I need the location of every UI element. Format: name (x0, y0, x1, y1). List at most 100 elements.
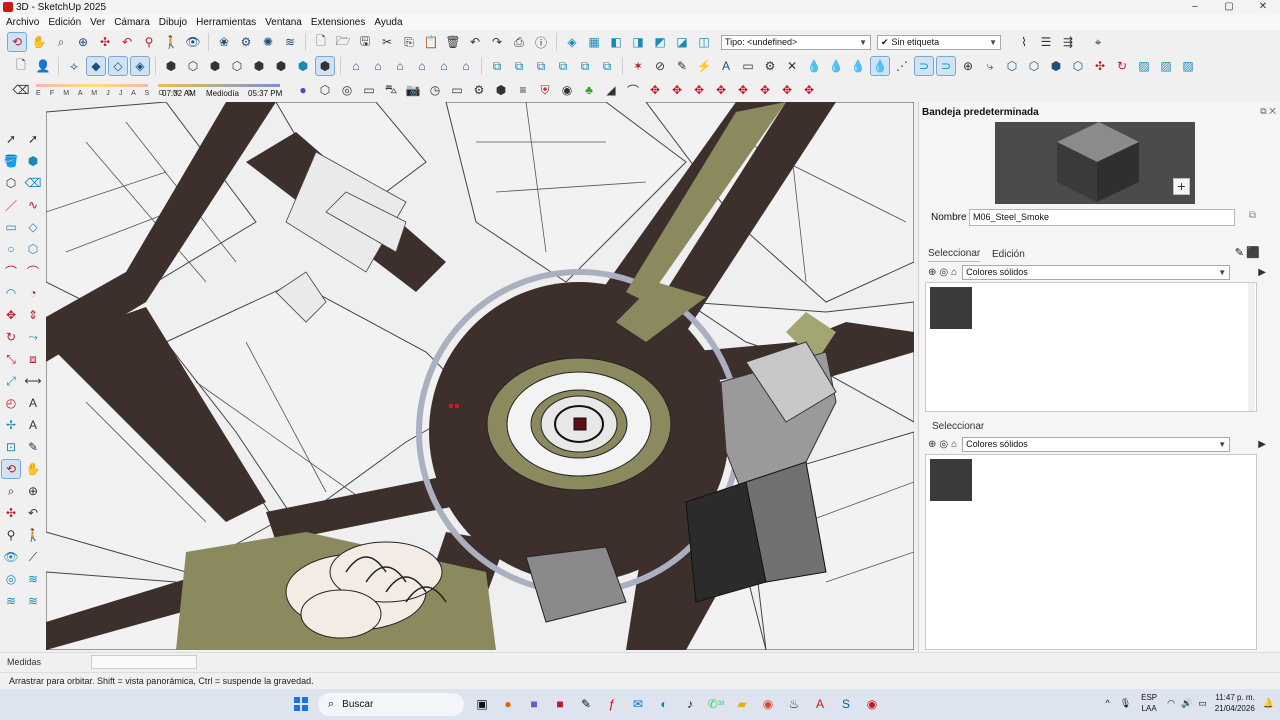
house-2-icon[interactable]: ⌂ (369, 57, 387, 75)
gear-2-icon[interactable]: ⚙ (470, 81, 488, 99)
forward-icon[interactable]: ▶ (1258, 267, 1266, 278)
layers-2-icon[interactable]: ≋ (24, 592, 42, 610)
look-around-tool-icon[interactable]: 👁 (2, 548, 20, 566)
hex-4-icon[interactable]: ⬡ (1069, 57, 1087, 75)
top-view-icon[interactable]: ▦ (585, 33, 603, 51)
tags-icon[interactable]: ≋ (281, 33, 299, 51)
windows-start-icon[interactable] (294, 697, 308, 711)
materials-icon[interactable]: ❀ (215, 33, 233, 51)
rotated-rect-icon[interactable]: ◇ (24, 218, 42, 236)
circle-icon[interactable]: ◎ (338, 81, 356, 99)
zoom-extents-tool-icon[interactable]: ✣ (2, 504, 20, 522)
tag-tool-icon[interactable]: ⌇ (1015, 33, 1033, 51)
purple-badge-icon[interactable]: ● (294, 81, 312, 99)
scrollbar[interactable] (1248, 283, 1255, 411)
tiktok-icon[interactable]: ♪ (678, 693, 702, 715)
previous-view-icon[interactable]: ↶ (118, 33, 136, 51)
arc-2-icon[interactable]: ⌒ (24, 262, 42, 280)
details-icon[interactable]: ⬛ (1246, 246, 1260, 259)
store-icon[interactable]: ■ (548, 693, 572, 715)
components-icon[interactable]: ⚙ (237, 33, 255, 51)
tag-arrow-icon[interactable]: ⇶ (1059, 33, 1077, 51)
menu-ayuda[interactable]: Ayuda (374, 17, 402, 28)
taskbar-search[interactable]: ⌕ Buscar (318, 693, 464, 716)
rotate-icon[interactable]: ↻ (2, 328, 20, 346)
new-file-icon[interactable]: 🗋 (312, 33, 330, 51)
layers-1-icon[interactable]: ≋ (2, 592, 20, 610)
zoom-icon[interactable]: ⌕ (52, 33, 70, 51)
eraser-tool-icon[interactable]: ⌫ (24, 174, 42, 192)
menu-edicion[interactable]: Edición (48, 17, 81, 28)
freehand-icon[interactable]: ∿ (24, 196, 42, 214)
house-1-icon[interactable]: ⌂ (347, 57, 365, 75)
move-axes-1-icon[interactable]: ✥ (646, 81, 664, 99)
house-3-icon[interactable]: ⌂ (391, 57, 409, 75)
rectangle-icon[interactable]: ▭ (2, 218, 20, 236)
menu-dibujo[interactable]: Dibujo (159, 17, 187, 28)
shaded-textures-icon[interactable]: ⬡ (184, 57, 202, 75)
cut-icon[interactable]: ✂ (378, 33, 396, 51)
style-2-icon[interactable]: ⬢ (250, 57, 268, 75)
dashed-icon[interactable]: ⋰ (893, 57, 911, 75)
move-axes-3-icon[interactable]: ✥ (690, 81, 708, 99)
close-button[interactable]: ✕ (1246, 0, 1280, 14)
walk-icon[interactable]: 🚶 (162, 33, 180, 51)
select-cursor-icon[interactable]: ➚ (24, 130, 42, 148)
move-axes-4-icon[interactable]: ✥ (712, 81, 730, 99)
cross-icon[interactable]: ✕ (783, 57, 801, 75)
tab-edit[interactable]: Edición (992, 249, 1025, 260)
wifi-icon[interactable]: ◠ (1167, 698, 1175, 709)
style-5-icon[interactable]: ⬢ (315, 56, 335, 76)
eraser-icon[interactable]: ⌫ (12, 81, 30, 99)
acrobat-icon[interactable]: A (808, 693, 832, 715)
move-axes-8-icon[interactable]: ✥ (800, 81, 818, 99)
shield-icon[interactable]: ⛨ (536, 81, 554, 99)
tab-select[interactable]: Seleccionar (928, 248, 981, 262)
volume-icon[interactable]: 🔊 (1181, 698, 1192, 709)
whatsapp-icon[interactable]: ✆ 39 (704, 693, 728, 715)
time-slider[interactable] (158, 84, 280, 87)
circle-tool-icon[interactable]: ○ (2, 240, 20, 258)
minimize-button[interactable]: – (1178, 0, 1212, 14)
orbit-icon[interactable]: ⟲ (7, 32, 27, 52)
section-6-icon[interactable]: ⧉ (598, 57, 616, 75)
hidden-line-icon[interactable]: ◈ (130, 56, 150, 76)
front-view-icon[interactable]: ◧ (607, 33, 625, 51)
move-axes-6-icon[interactable]: ✥ (756, 81, 774, 99)
type-combo[interactable]: Tipo: <undefined> ▼ (721, 34, 871, 50)
geo-location-icon[interactable]: ⌖ (1089, 33, 1107, 51)
select-file-icon[interactable]: 🗋 (12, 57, 30, 75)
home-icon[interactable]: ⌂ (951, 439, 957, 450)
style-4-icon[interactable]: ⬢ (294, 57, 312, 75)
move-axes-2-icon[interactable]: ✥ (668, 81, 686, 99)
zoom-window-tool-icon[interactable]: ⊕ (24, 482, 42, 500)
print-icon[interactable]: ⎙ (510, 33, 528, 51)
chevron-up-icon[interactable]: ^ (1105, 698, 1109, 708)
record-icon[interactable]: ◉ (860, 693, 884, 715)
copy-material-icon[interactable]: ⧉ (1249, 210, 1256, 221)
scale-icon[interactable]: ⤡ (2, 350, 20, 368)
display-section-icon[interactable]: ◎ (2, 570, 20, 588)
follow-me-icon[interactable]: ⤳ (24, 328, 42, 346)
rotate-red-icon[interactable]: ↻ (1113, 57, 1131, 75)
user-icon[interactable]: 👤 (34, 57, 52, 75)
measurements-input[interactable] (91, 655, 197, 669)
make-group-icon[interactable]: ⬡ (2, 174, 20, 192)
car-icon[interactable]: ⛍ (382, 81, 400, 99)
in-model-icon[interactable]: ◎ (939, 439, 948, 450)
clock[interactable]: 11:47 p. m. 21/04/2026 (1215, 692, 1255, 714)
hex-1-icon[interactable]: ⬡ (1003, 57, 1021, 75)
style-3-icon[interactable]: ⬢ (272, 57, 290, 75)
section-cut-icon[interactable]: ⟋ (24, 548, 42, 566)
right-view-icon[interactable]: ◨ (629, 33, 647, 51)
move-icon[interactable]: ✥ (2, 306, 20, 324)
material-name-input[interactable]: M06_Steel_Smoke (969, 209, 1235, 226)
section-2-icon[interactable]: ⧉ (510, 57, 528, 75)
styles-icon[interactable]: ✺ (259, 33, 277, 51)
curve-icon[interactable]: ⌒ (624, 81, 642, 99)
drop-3-icon[interactable]: 💧 (849, 57, 867, 75)
orbit-tool-icon[interactable]: ⟲ (1, 459, 21, 479)
globe-icon[interactable]: ◉ (558, 81, 576, 99)
material-swatch[interactable] (930, 287, 972, 329)
text-label-icon[interactable]: A (24, 394, 42, 412)
